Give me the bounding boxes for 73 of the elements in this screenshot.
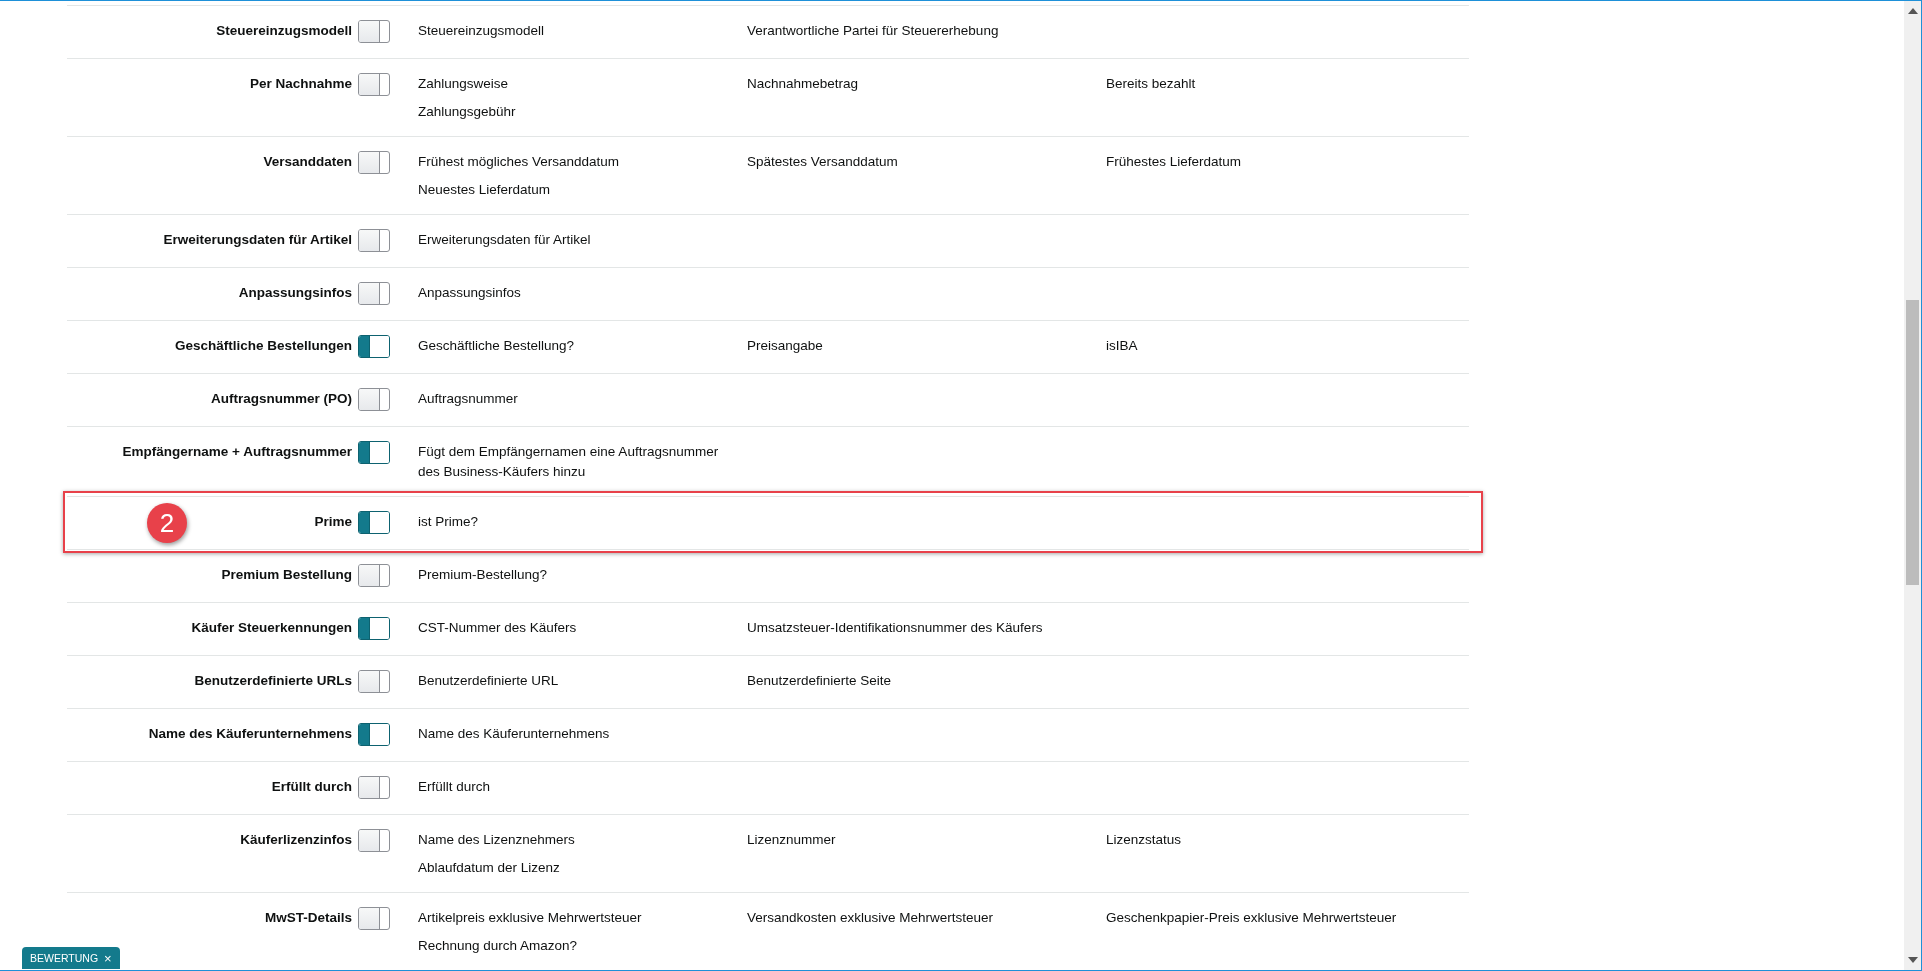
field-name: Nachnahmebetrag	[747, 75, 860, 93]
field-name: isIBA	[1106, 337, 1139, 355]
setting-label: Steuereinzugsmodell	[216, 22, 352, 40]
toggle-switch[interactable]	[358, 511, 390, 534]
setting-label: Per Nachnahme	[249, 75, 352, 93]
setting-label: Geschäftliche Bestellungen	[174, 337, 352, 355]
field-name: Frühest mögliches Versanddatum	[418, 153, 621, 171]
field-name: Lizenzstatus	[1106, 831, 1183, 849]
scroll-down-icon[interactable]	[1908, 957, 1918, 963]
toggle-switch[interactable]	[358, 564, 390, 587]
toggle-switch[interactable]	[358, 73, 390, 96]
toggle-switch[interactable]	[358, 723, 390, 746]
field-name: Neuestes Lieferdatum	[418, 181, 552, 199]
field-name: Name des Lizenznehmers	[418, 831, 576, 849]
toggle-switch[interactable]	[358, 829, 390, 852]
field-name: Zahlungsgebühr	[418, 103, 517, 121]
setting-label: MwST-Details	[264, 909, 352, 927]
toggle-switch[interactable]	[358, 907, 390, 930]
setting-label: Versanddaten	[263, 153, 352, 171]
field-name: Frühestes Lieferdatum	[1106, 153, 1243, 171]
field-name: Name des Käuferunternehmens	[418, 725, 611, 743]
close-icon[interactable]: ×	[104, 950, 112, 966]
setting-label: Premium Bestellung	[221, 566, 352, 584]
setting-label: Auftragsnummer (PO)	[211, 390, 352, 408]
step-badge: 2	[147, 503, 187, 543]
setting-label: Käufer Steuerkennungen	[191, 619, 352, 637]
field-name: Versandkosten exklusive Mehrwertsteuer	[747, 909, 995, 927]
field-name: Artikelpreis exklusive Mehrwertsteuer	[418, 909, 643, 927]
setting-label: Benutzerdefinierte URLs	[194, 672, 352, 690]
field-name: Spätestes Versanddatum	[747, 153, 899, 171]
toggle-switch[interactable]	[358, 776, 390, 799]
field-name: ist Prime?	[418, 513, 479, 531]
field-name: Benutzerdefinierte URL	[418, 672, 560, 690]
toggle-switch[interactable]	[358, 617, 390, 640]
field-name: Erweiterungsdaten für Artikel	[418, 231, 592, 249]
field-name: Verantwortliche Partei für Steuererhebung	[747, 22, 1000, 40]
toggle-switch[interactable]	[358, 670, 390, 693]
setting-label: Name des Käuferunternehmens	[148, 725, 352, 743]
scrollbar-thumb[interactable]	[1906, 300, 1919, 585]
setting-label: Erfüllt durch	[271, 778, 352, 796]
setting-label: Käuferlizenzinfos	[240, 831, 352, 849]
toggle-switch[interactable]	[358, 282, 390, 305]
field-name: Fügt dem Empfängernamen eine Auftragsnummer des Business-Käufers hinzu	[418, 443, 720, 481]
feedback-tab[interactable]: BEWERTUNG ×	[22, 947, 120, 969]
field-name: Lizenznummer	[747, 831, 837, 849]
field-name: Rechnung durch Amazon?	[418, 937, 579, 955]
toggle-switch[interactable]	[358, 441, 390, 464]
field-name: Benutzerdefinierte Seite	[747, 672, 893, 690]
field-name: Erfüllt durch	[418, 778, 492, 796]
toggle-switch[interactable]	[358, 20, 390, 43]
field-name: Umsatzsteuer-Identifikationsnummer des Käufers	[747, 619, 1044, 637]
setting-label: Empfängername + Auftragsnummer	[122, 443, 352, 461]
field-name: Ablaufdatum der Lizenz	[418, 859, 561, 877]
toggle-switch[interactable]	[358, 151, 390, 174]
field-name: Geschenkpapier-Preis exklusive Mehrwertsteuer	[1106, 909, 1398, 927]
setting-label: Prime	[314, 513, 352, 531]
scroll-up-icon[interactable]	[1908, 8, 1918, 14]
setting-label: Anpassungsinfos	[238, 284, 352, 302]
toggle-switch[interactable]	[358, 335, 390, 358]
field-name: Steuereinzugsmodell	[418, 22, 546, 40]
field-name: Preisangabe	[747, 337, 824, 355]
field-name: Bereits bezahlt	[1106, 75, 1197, 93]
feedback-label: BEWERTUNG	[30, 952, 99, 964]
field-name: CST-Nummer des Käufers	[418, 619, 578, 637]
scrollbar[interactable]	[1904, 1, 1921, 970]
field-name: Anpassungsinfos	[418, 284, 522, 302]
field-name: Premium-Bestellung?	[418, 566, 549, 584]
field-name: Auftragsnummer	[418, 390, 519, 408]
field-name: Geschäftliche Bestellung?	[418, 337, 576, 355]
toggle-switch[interactable]	[358, 388, 390, 411]
setting-label: Erweiterungsdaten für Artikel	[163, 231, 352, 249]
toggle-switch[interactable]	[358, 229, 390, 252]
field-name: Zahlungsweise	[418, 75, 510, 93]
